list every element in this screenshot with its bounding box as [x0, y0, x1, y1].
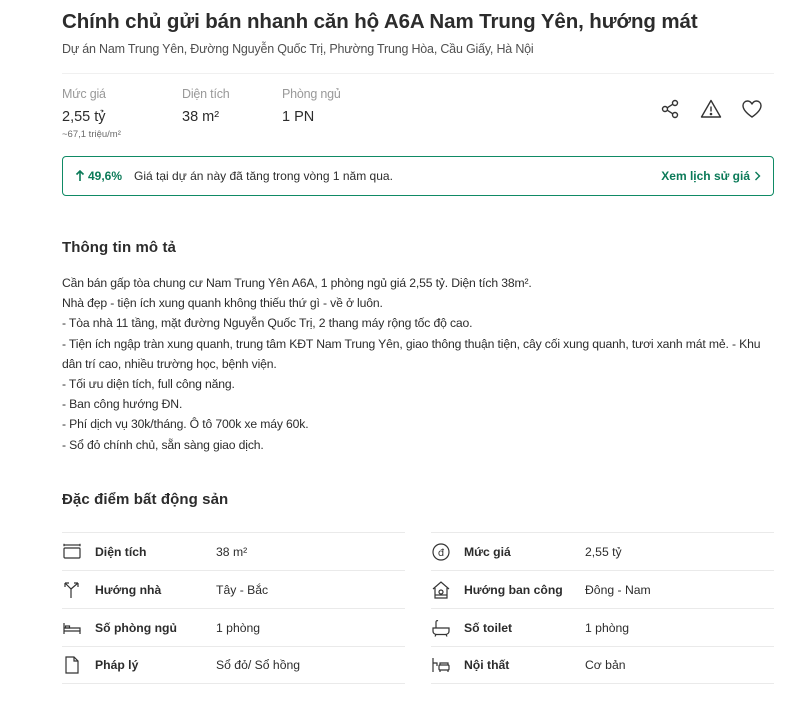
description-line: - Tối ưu diện tích, full công năng. — [62, 377, 235, 392]
price-trend-value: 49,6% — [88, 169, 123, 183]
svg-text:đ: đ — [438, 548, 445, 559]
feature-value: Tây - Bắc — [216, 582, 269, 597]
area-icon — [62, 542, 82, 562]
feature-key: Hướng nhà — [95, 582, 162, 597]
feature-value: Cơ bản — [585, 658, 626, 672]
stat-bedrooms-value: 1 PN — [282, 109, 315, 125]
description-body: Cần bán gấp tòa chung cư Nam Trung Yên A… — [62, 273, 778, 455]
stat-area-value: 38 m² — [182, 109, 220, 125]
chevron-right-icon — [755, 171, 761, 181]
description-line: - Tòa nhà 11 tầng, mặt đường Nguyễn Quốc… — [62, 316, 473, 331]
stat-price-per-m2: ~67,1 triệu/m² — [62, 129, 121, 140]
features-heading: Đặc điểm bất động sản — [62, 491, 229, 508]
feature-key: Hướng ban công — [464, 582, 563, 597]
feature-value: 1 phòng — [216, 620, 261, 635]
feature-value: Đông - Nam — [585, 582, 651, 597]
features-column-right: đ Mức giá 2,55 tỷ Hướng ban công Đông - … — [431, 532, 774, 684]
listing-address: Dự án Nam Trung Yên, Đường Nguyễn Quốc T… — [62, 42, 534, 56]
price-trend-banner: 49,6% Giá tại dự án này đã tăng trong vò… — [62, 156, 774, 196]
divider — [62, 73, 774, 74]
feature-key: Mức giá — [464, 544, 511, 559]
feature-row-direction: Hướng nhà Tây - Bắc — [62, 570, 405, 608]
price-icon: đ — [431, 542, 451, 562]
price-history-link-label[interactable]: Xem lịch sử giá — [661, 169, 750, 183]
description-line: Cần bán gấp tòa chung cư Nam Trung Yên A… — [62, 276, 532, 290]
listing-title: Chính chủ gửi bán nhanh căn hộ A6A Nam T… — [62, 10, 698, 33]
stat-price-value: 2,55 tỷ — [62, 109, 106, 125]
balcony-icon — [431, 580, 451, 600]
stat-area-label: Diện tích — [182, 87, 230, 101]
description-line: - Sổ đỏ chính chủ, sẵn sàng giao dịch. — [62, 437, 264, 452]
feature-key: Số phòng ngủ — [95, 620, 177, 635]
arrow-up-icon — [75, 170, 85, 181]
listing-actions — [658, 97, 764, 121]
stat-area: Diện tích 38 m² — [182, 87, 230, 125]
feature-key: Số toilet — [464, 620, 513, 635]
feature-key: Nội thất — [464, 658, 510, 672]
feature-key: Pháp lý — [95, 658, 139, 672]
description-line: - Phí dịch vụ 30k/tháng. Ô tô 700k xe má… — [62, 417, 309, 432]
description-line: - Ban công hướng ĐN. — [62, 397, 183, 412]
stat-bedrooms: Phòng ngủ 1 PN — [282, 87, 341, 125]
feature-value: 2,55 tỷ — [585, 544, 622, 559]
feature-key: Diện tích — [95, 544, 147, 559]
warning-icon[interactable] — [699, 97, 723, 121]
feature-value: Sổ đỏ/ Sổ hồng — [216, 658, 301, 672]
feature-row-balcony: Hướng ban công Đông - Nam — [431, 570, 774, 608]
stat-bedrooms-label: Phòng ngủ — [282, 87, 341, 101]
stat-price: Mức giá 2,55 tỷ ~67,1 triệu/m² — [62, 87, 121, 140]
features-column-left: Diện tích 38 m² Hướng nhà Tây - Bắc Số p… — [62, 532, 405, 684]
feature-value: 38 m² — [216, 544, 248, 559]
description-line: - Tiện ích ngập tràn xung quanh, trung t… — [62, 336, 761, 371]
description-heading: Thông tin mô tả — [62, 239, 176, 256]
feature-row-legal: Pháp lý Sổ đỏ/ Sổ hồng — [62, 646, 405, 684]
price-trend-message: Giá tại dự án này đã tăng trong vòng 1 n… — [134, 169, 393, 183]
description-line: Nhà đẹp - tiện ích xung quanh không thiế… — [62, 296, 383, 311]
feature-row-toilet: Số toilet 1 phòng — [431, 608, 774, 646]
feature-row-bedrooms: Số phòng ngủ 1 phòng — [62, 608, 405, 646]
price-trend-percent: 49,6% — [75, 169, 122, 183]
stat-price-label: Mức giá — [62, 87, 106, 101]
furniture-icon — [431, 655, 451, 675]
bathtub-icon — [431, 618, 451, 638]
price-history-link[interactable]: Xem lịch sử giá — [661, 169, 761, 183]
document-icon — [62, 655, 82, 675]
feature-value: 1 phòng — [585, 620, 630, 635]
heart-icon[interactable] — [740, 97, 764, 121]
feature-row-price: đ Mức giá 2,55 tỷ — [431, 532, 774, 570]
direction-icon — [62, 580, 82, 600]
bed-icon — [62, 618, 82, 638]
share-icon[interactable] — [658, 97, 682, 121]
feature-row-area: Diện tích 38 m² — [62, 532, 405, 570]
feature-row-furniture: Nội thất Cơ bản — [431, 646, 774, 684]
